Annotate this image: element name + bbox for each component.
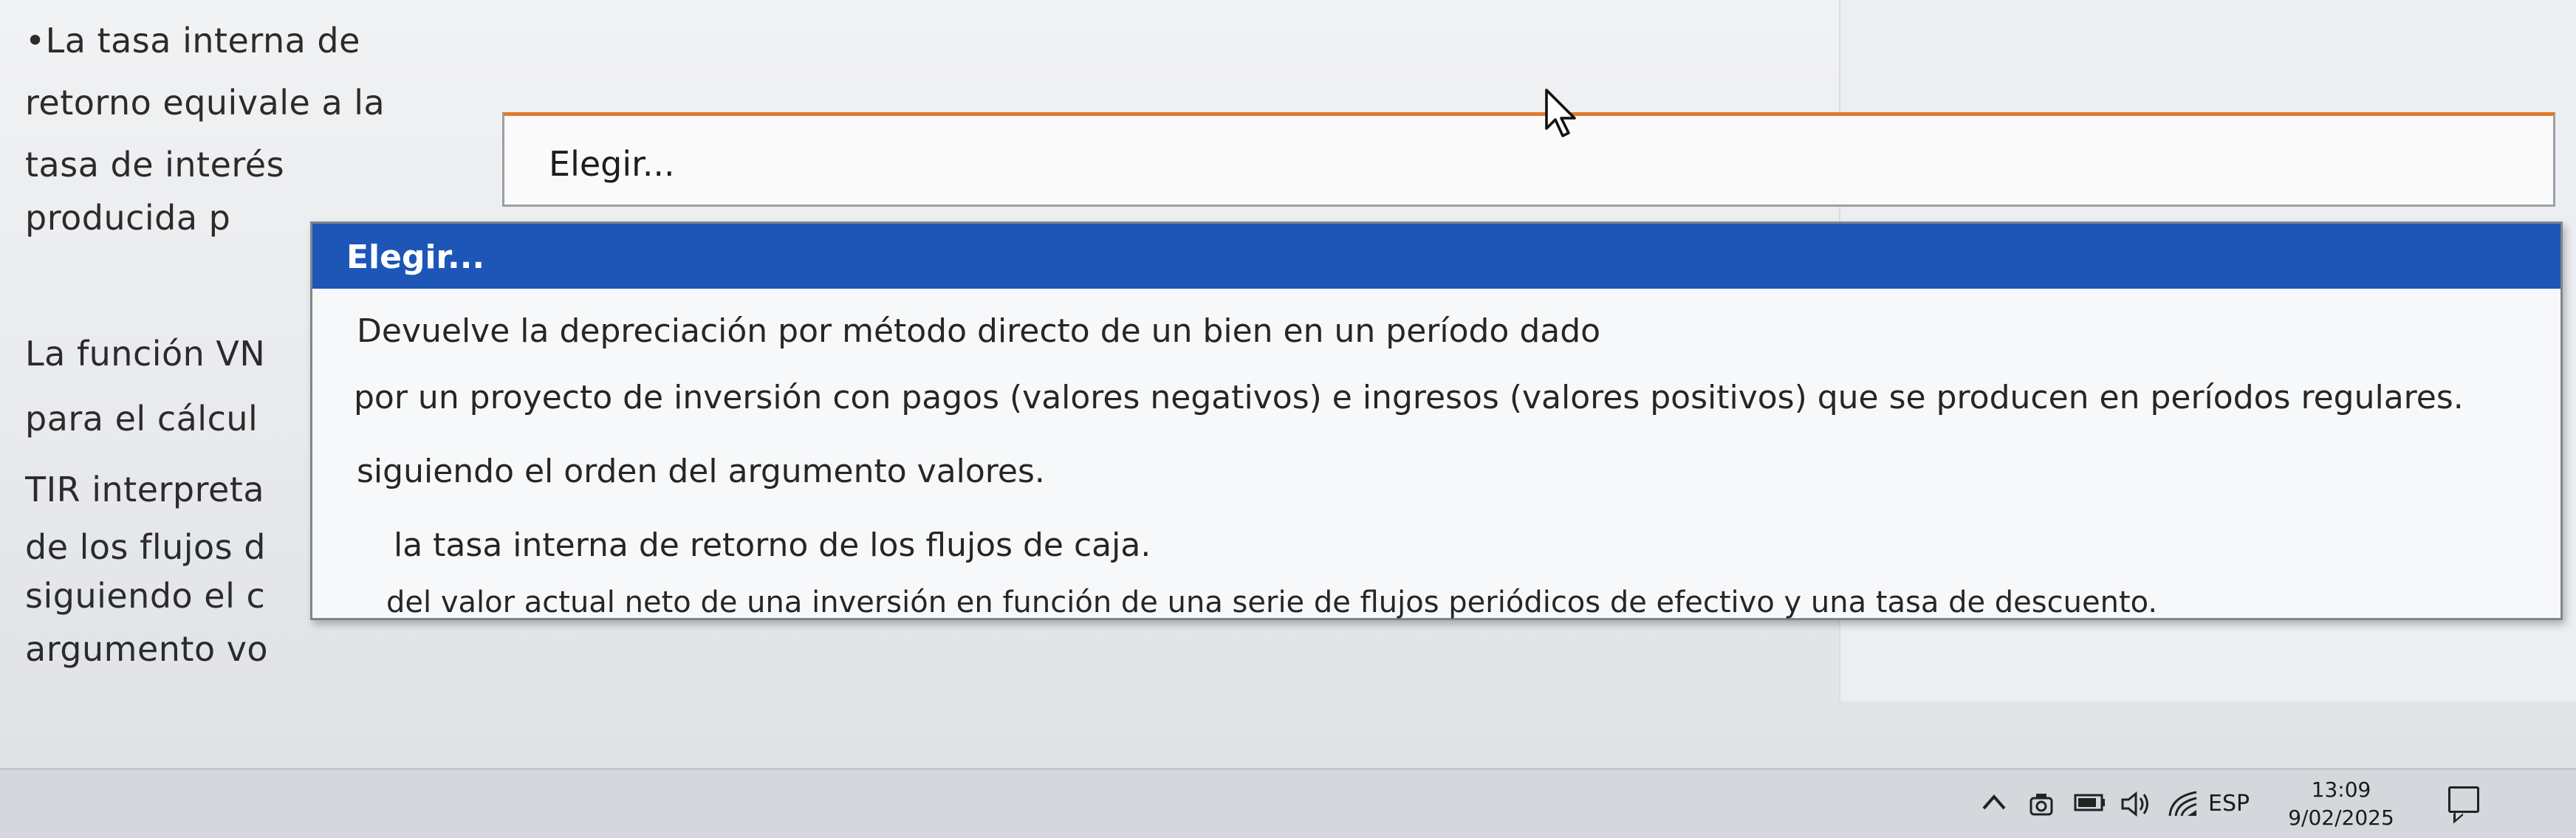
dropdown-option-label: Elegir...	[346, 238, 485, 276]
clock[interactable]: 13:09 9/02/2025	[2275, 776, 2408, 832]
dropdown-option-1[interactable]: Devuelve la depreciación por método dire…	[312, 298, 2560, 363]
question-line-10: argumento vo	[25, 629, 269, 669]
taskbar: ESP 13:09 9/02/2025	[0, 768, 2576, 838]
dropdown-option-label: la tasa interna de retorno de los flujos…	[394, 526, 1151, 564]
wifi-icon[interactable]	[2167, 789, 2199, 825]
language-indicator[interactable]: ESP	[2208, 791, 2250, 817]
clock-time: 13:09	[2311, 777, 2371, 802]
dropdown-option-label: del valor actual neto de una inversión e…	[386, 585, 2158, 619]
question-line-4: producida p	[25, 198, 231, 238]
question-line-2: retorno equivale a la	[25, 83, 386, 123]
speaker-icon[interactable]	[2120, 789, 2154, 825]
question-line-1: •La tasa interna de	[25, 21, 360, 61]
answer-select-value: Elegir...	[549, 144, 675, 184]
question-line-9: siguiendo el c	[25, 576, 266, 616]
dropdown-option-3[interactable]: siguiendo el orden del argumento valores…	[312, 438, 2560, 503]
dropdown-option-5[interactable]: del valor actual neto de una inversión e…	[312, 571, 2560, 636]
dropdown-option-label: por un proyecto de inversión con pagos (…	[354, 379, 2464, 416]
dropdown-option-placeholder[interactable]: Elegir...	[312, 224, 2560, 289]
mouse-cursor-icon	[1545, 89, 1576, 137]
clock-date: 9/02/2025	[2288, 806, 2394, 830]
battery-icon[interactable]	[2072, 789, 2108, 822]
chevron-up-icon[interactable]	[1979, 789, 2009, 822]
question-line-7: TIR interpreta	[25, 470, 265, 509]
question-line-5: La función VN	[25, 334, 266, 374]
answer-select[interactable]: Elegir...	[502, 112, 2555, 207]
dropdown-option-label: Devuelve la depreciación por método dire…	[357, 312, 1601, 350]
camera-icon[interactable]	[2027, 789, 2056, 825]
question-line-3: tasa de interés	[25, 145, 285, 185]
notification-icon[interactable]	[2448, 786, 2479, 813]
question-line-8: de los flujos d	[25, 527, 266, 567]
dropdown-option-label: siguiendo el orden del argumento valores…	[357, 453, 1045, 490]
dropdown-option-4[interactable]: la tasa interna de retorno de los flujos…	[312, 512, 2560, 577]
question-line-6: para el cálcul	[25, 399, 258, 439]
answer-dropdown-list[interactable]: Elegir... Devuelve la depreciación por m…	[310, 221, 2563, 620]
dropdown-option-2[interactable]: por un proyecto de inversión con pagos (…	[312, 364, 2560, 429]
